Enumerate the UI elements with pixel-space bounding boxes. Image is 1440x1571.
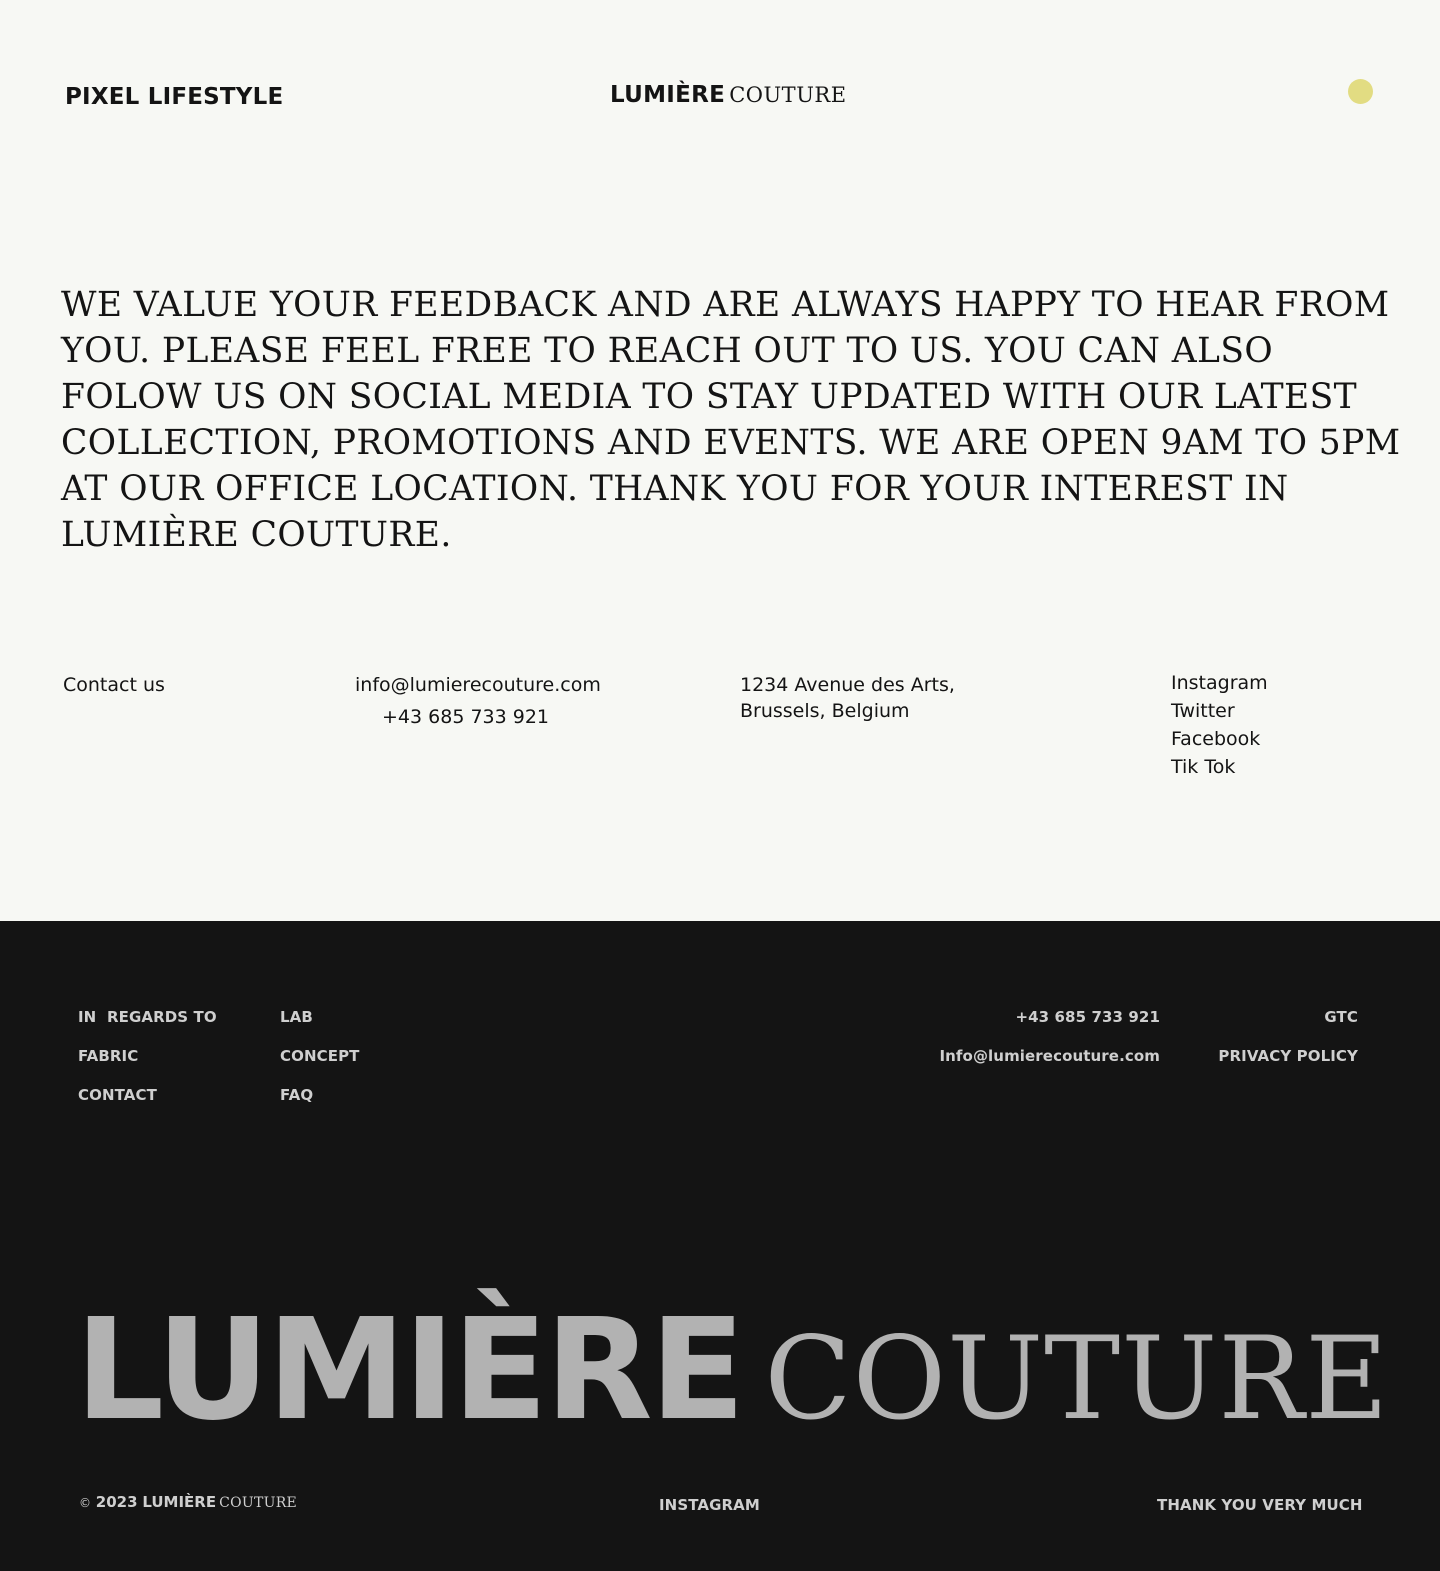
social-link-facebook[interactable]: Facebook [1171,725,1268,753]
contact-email-link[interactable]: info@lumierecouture.com [355,672,601,698]
social-link-twitter[interactable]: Twitter [1171,697,1268,725]
footer-link-privacy-policy[interactable]: PRIVACY POLICY [1218,1047,1358,1065]
footer-link-fabric[interactable]: FABRIC [78,1047,138,1065]
address-line: 1234 Avenue des Arts, [740,674,955,696]
contact-headline: We value your feedback and are always ha… [61,285,1401,555]
social-link-tiktok[interactable]: Tik Tok [1171,753,1268,781]
menu-dot-button[interactable] [1348,79,1373,104]
footer-link-in-regards-to[interactable]: IN REGARDS TO [78,1008,217,1026]
site-logo[interactable]: LUMIÈRE COUTURE [610,82,847,108]
footer-thanks: THANK YOU VERY MUCH [1157,1496,1363,1514]
footer-phone-link[interactable]: +43 685 733 921 [1015,1008,1160,1026]
copyright-brand-part2: COUTURE [219,1495,298,1511]
pixel-lifestyle-link[interactable]: PIXEL LIFESTYLE [65,84,283,110]
top-section: PIXEL LIFESTYLE LUMIÈRE COUTURE We value … [0,0,1440,921]
big-logo-part2: COUTURE [764,1312,1390,1445]
footer-big-logo: LUMIÈRE COUTURE [75,1291,1389,1459]
big-logo-part1: LUMIÈRE [75,1289,745,1452]
copyright-symbol: © [79,1496,91,1510]
copyright: © 2023 LUMIÈRE COUTURE [79,1493,297,1511]
logo-part2: COUTURE [729,83,847,107]
footer-link-gtc[interactable]: GTC [1324,1008,1358,1026]
footer-link-lab[interactable]: LAB [280,1008,313,1026]
contact-phone-link[interactable]: +43 685 733 921 [382,704,549,730]
footer-instagram-link[interactable]: INSTAGRAM [659,1496,760,1514]
social-link-instagram[interactable]: Instagram [1171,669,1268,697]
contact-us-label: Contact us [63,674,165,696]
address: 1234 Avenue des Arts, Brussels, Belgium [740,672,955,724]
footer: IN REGARDS TO FABRIC CONTACT LAB CONCEPT… [0,921,1440,1571]
address-line: Brussels, Belgium [740,700,910,722]
footer-email-link[interactable]: Info@lumierecouture.com [939,1047,1160,1065]
copyright-year: 2023 [95,1493,138,1511]
logo-part1: LUMIÈRE [610,82,726,108]
copyright-brand-part1: LUMIÈRE [142,1493,217,1511]
footer-link-concept[interactable]: CONCEPT [280,1047,360,1065]
social-links: Instagram Twitter Facebook Tik Tok [1171,669,1268,781]
footer-link-faq[interactable]: FAQ [280,1086,313,1104]
footer-link-contact[interactable]: CONTACT [78,1086,157,1104]
